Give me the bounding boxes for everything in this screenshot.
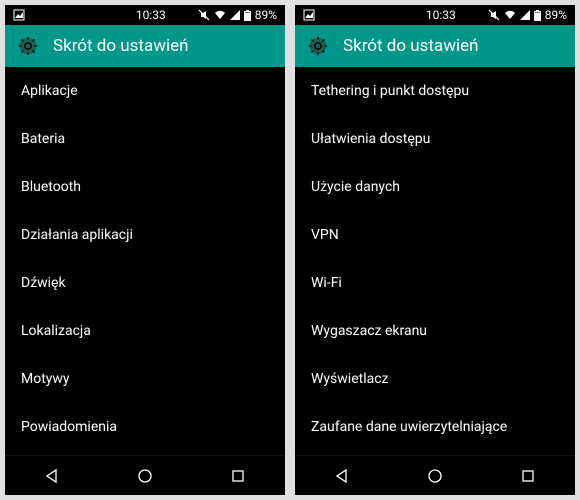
signal-icon: [230, 10, 240, 20]
home-button[interactable]: [425, 466, 445, 486]
back-button[interactable]: [42, 466, 62, 486]
mute-icon: [198, 9, 210, 21]
recent-button[interactable]: [228, 466, 248, 486]
status-left: [13, 9, 25, 21]
mute-icon: [488, 9, 500, 21]
list-item[interactable]: Motywy: [5, 355, 285, 403]
status-right: 10:33 89%: [136, 8, 277, 22]
battery-percent: 89%: [255, 8, 277, 22]
list-item[interactable]: Wyświetlacz: [295, 355, 575, 403]
list-item[interactable]: Użycie danych: [295, 163, 575, 211]
back-button[interactable]: [332, 466, 352, 486]
battery-percent: 89%: [545, 8, 567, 22]
header-title: Skrót do ustawień: [53, 36, 189, 56]
gear-icon: [17, 35, 39, 57]
list-item[interactable]: Aplikacje: [5, 67, 285, 115]
picture-icon: [13, 9, 25, 21]
settings-list-right: Tethering i punkt dostępu Ułatwienia dos…: [295, 67, 575, 455]
home-button[interactable]: [135, 466, 155, 486]
list-item[interactable]: Wi-Fi: [295, 259, 575, 307]
nav-bar: [5, 455, 285, 495]
list-item[interactable]: Zaufane dane uwierzytelniające: [295, 403, 575, 451]
status-right: 10:33 89%: [426, 8, 567, 22]
status-time: 10:33: [426, 8, 456, 22]
phone-right: 10:33 89% Skrót do ustawień Tethering i …: [295, 5, 575, 495]
list-item[interactable]: Bateria: [5, 115, 285, 163]
phone-left: 10:33 89% Skrót do ustawień Aplikacje Ba…: [5, 5, 285, 495]
app-header: Skrót do ustawień: [5, 25, 285, 67]
list-item[interactable]: VPN: [295, 211, 575, 259]
status-time: 10:33: [136, 8, 166, 22]
battery-icon: [534, 10, 541, 21]
header-title: Skrót do ustawień: [343, 36, 479, 56]
list-item[interactable]: Powiadomienia: [5, 403, 285, 451]
gear-icon: [307, 35, 329, 57]
list-item[interactable]: Lokalizacja: [5, 307, 285, 355]
status-left: [303, 9, 315, 21]
list-item[interactable]: Ułatwienia dostępu: [295, 115, 575, 163]
settings-list-left: Aplikacje Bateria Bluetooth Działania ap…: [5, 67, 285, 455]
recent-button[interactable]: [518, 466, 538, 486]
status-bar: 10:33 89%: [5, 5, 285, 25]
battery-icon: [244, 10, 251, 21]
list-item[interactable]: Działania aplikacji: [5, 211, 285, 259]
nav-bar: [295, 455, 575, 495]
list-item[interactable]: Bluetooth: [5, 163, 285, 211]
signal-icon: [520, 10, 530, 20]
app-header: Skrót do ustawień: [295, 25, 575, 67]
picture-icon: [303, 9, 315, 21]
wifi-icon: [504, 9, 516, 21]
wifi-icon: [214, 9, 226, 21]
list-item[interactable]: Wygaszacz ekranu: [295, 307, 575, 355]
status-bar: 10:33 89%: [295, 5, 575, 25]
list-item[interactable]: Dźwięk: [5, 259, 285, 307]
list-item[interactable]: Tethering i punkt dostępu: [295, 67, 575, 115]
